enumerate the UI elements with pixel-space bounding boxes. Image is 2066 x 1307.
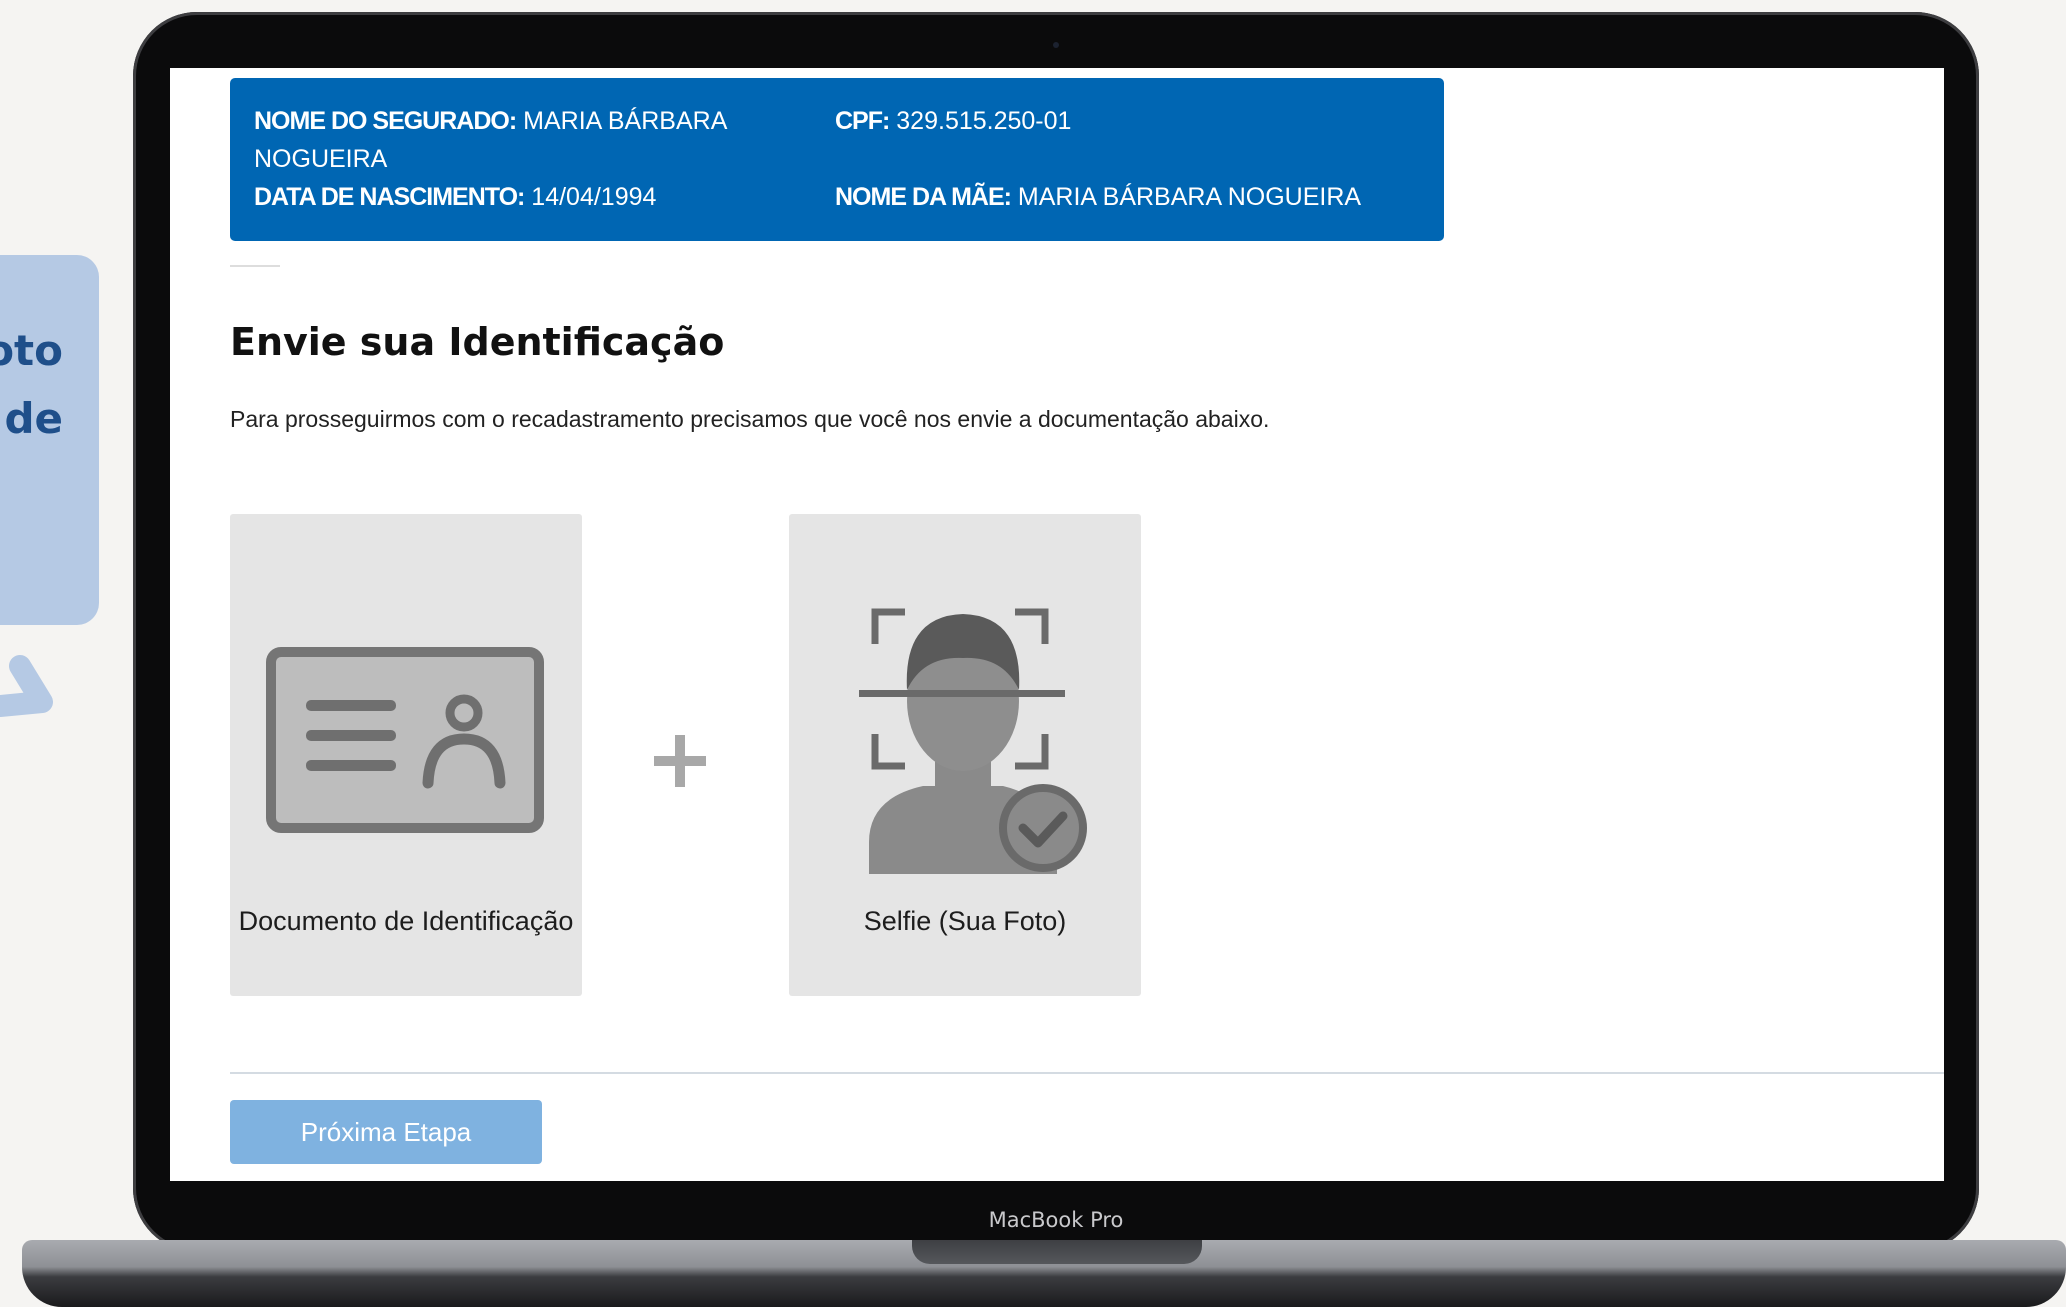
upload-id-document-card[interactable]: Documento de Identificação [230,514,582,996]
plus-icon [654,735,706,787]
app-screen: NOME DO SEGURADO: MARIA BÁRBARA NOGUEIRA… [170,68,1944,1181]
chevron-right-icon [0,655,53,717]
camera-icon [1053,42,1059,48]
next-step-button[interactable]: Próxima Etapa [230,1100,542,1164]
laptop-notch [912,1240,1202,1264]
mother-name-label: NOME DA MÃE: [835,183,1012,211]
insured-mother-name: NOME DA MÃE: MARIA BÁRBARA NOGUEIRA [835,178,1361,216]
device-model-label: MacBook Pro [988,1208,1124,1232]
birthdate-value: 14/04/1994 [531,183,657,211]
tutorial-callout: oto de [0,255,99,625]
insured-name: NOME DO SEGURADO: MARIA BÁRBARA NOGUEIRA [254,102,754,178]
divider [230,265,280,267]
selfie-label: Selfie (Sua Foto) [863,906,1067,936]
mother-name-value: MARIA BÁRBARA NOGUEIRA [1017,183,1362,211]
insured-birthdate: DATA DE NASCIMENTO: 14/04/1994 [254,178,656,216]
page-description: Para prosseguirmos com o recadastramento… [230,406,1270,432]
id-card-icon [266,647,544,833]
birthdate-label: DATA DE NASCIMENTO: [254,183,525,211]
cpf-value: 329.515.250-01 [896,107,1072,135]
cpf-label: CPF: [835,107,890,135]
insured-cpf: CPF: 329.515.250-01 [835,102,1071,140]
id-document-label: Documento de Identificação [238,906,574,936]
footer-divider [230,1072,1944,1074]
selfie-face-scan-icon [859,608,1087,874]
upload-selfie-card[interactable]: Selfie (Sua Foto) [789,514,1141,996]
insured-info-panel: NOME DO SEGURADO: MARIA BÁRBARA NOGUEIRA… [230,78,1444,241]
page-title: Envie sua Identificação [230,320,725,364]
insured-name-label: NOME DO SEGURADO: [254,107,517,135]
callout-text: oto de [0,326,63,443]
